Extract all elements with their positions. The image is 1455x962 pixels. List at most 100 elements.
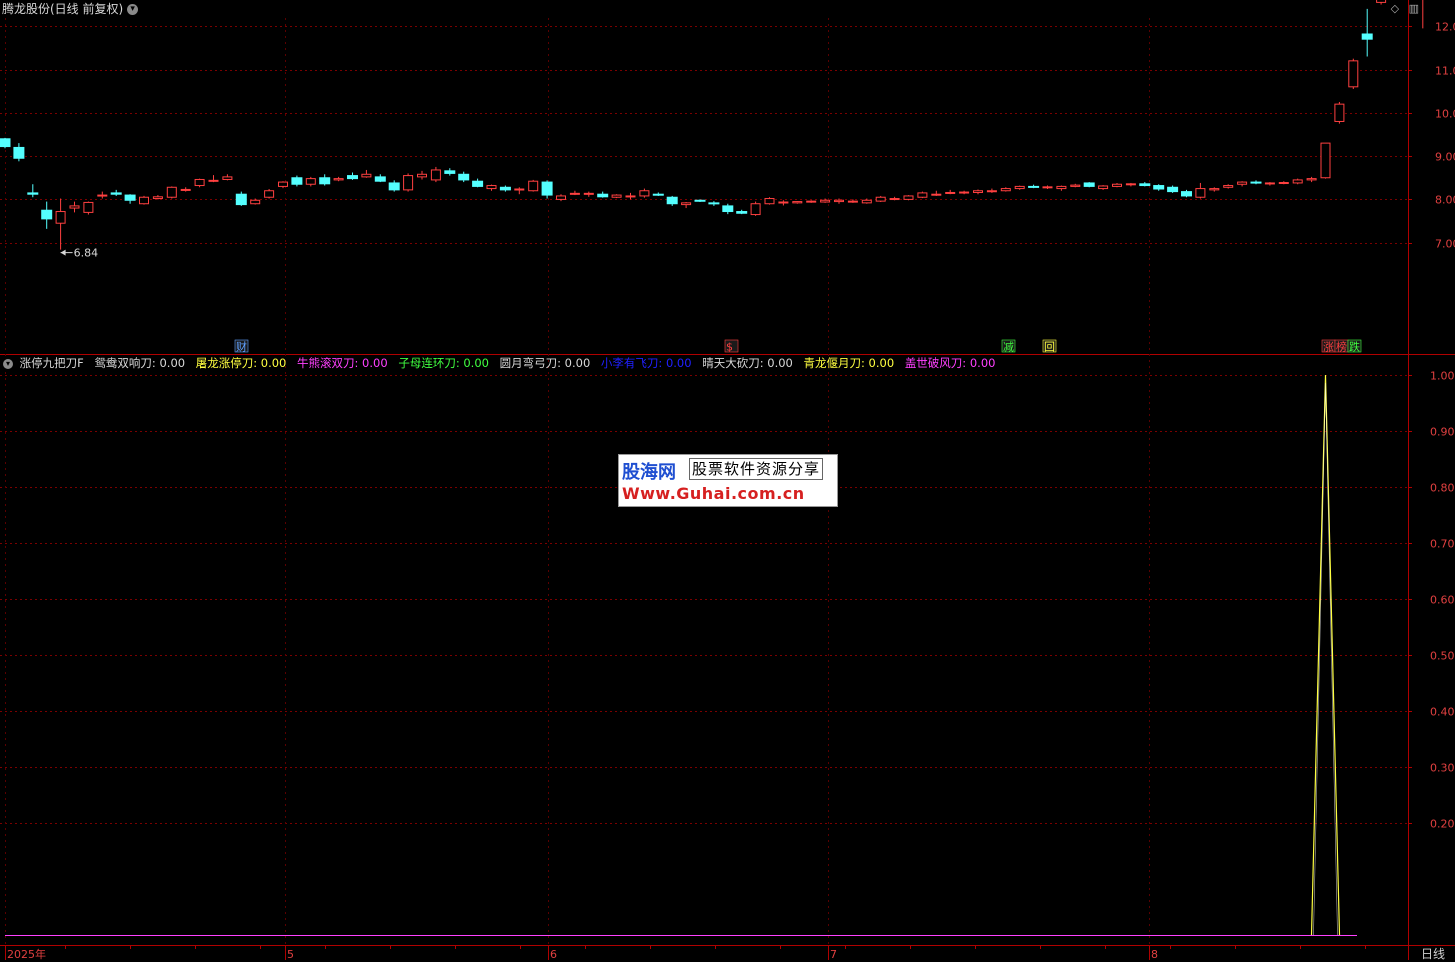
event-marker-text: $ [726, 341, 733, 354]
candle-body [1070, 184, 1081, 187]
candle [235, 191, 247, 206]
candle-body [1209, 188, 1220, 191]
candle [1112, 182, 1122, 188]
candle-body [235, 193, 247, 206]
candle-body [83, 201, 94, 213]
candle [611, 194, 622, 199]
candle [1348, 58, 1359, 89]
candle-body [1139, 183, 1151, 187]
indicator-tick-label: 1.00 [1430, 370, 1455, 383]
x-axis-label: 6 [550, 948, 557, 960]
candle [625, 192, 636, 200]
candle-body [1292, 179, 1303, 184]
indicator-item: 屠龙涨停刀: 0.00 [195, 356, 287, 370]
candle-body [1181, 191, 1192, 197]
diamond-icon[interactable]: ◇ [1391, 2, 1399, 15]
candle [1250, 180, 1262, 185]
candle-body [750, 203, 761, 216]
watermark-url: Www.Guhai.com.cn [622, 484, 805, 503]
candle [764, 197, 775, 205]
candle [1320, 142, 1331, 179]
candle [652, 192, 664, 196]
candle-body [778, 201, 789, 204]
candle-body [569, 192, 580, 195]
candle-body [124, 194, 136, 201]
indicator-tick-label: 0.80 [1430, 482, 1455, 495]
candle [319, 174, 331, 186]
candle [1153, 184, 1165, 191]
candle [986, 188, 997, 193]
candle-body [41, 209, 53, 220]
candle-body [403, 175, 414, 191]
event-marker-text: 榜 [1336, 340, 1347, 354]
candle [1292, 178, 1303, 185]
candle-body [708, 202, 720, 205]
candle-body [875, 196, 886, 202]
indicator-chevron-icon[interactable]: ▾ [3, 358, 13, 369]
indicator-item: 青龙偃月刀: 0.00 [803, 356, 895, 370]
candle-body [69, 205, 80, 209]
indicator-name[interactable]: 涨停九把刀F [20, 356, 84, 370]
candle-body [625, 195, 636, 198]
candle [403, 173, 414, 192]
candle-body [1306, 178, 1317, 181]
indicator-item: 盖世破风刀: 0.00 [904, 356, 996, 370]
candle-body [1361, 33, 1373, 40]
indicator-tick-label: 0.90 [1430, 426, 1455, 439]
low-arrowhead [60, 249, 66, 256]
candle [1181, 189, 1192, 198]
candle [55, 198, 66, 250]
candle [681, 201, 692, 209]
candle-body [0, 138, 11, 148]
candle [639, 188, 650, 198]
candle [0, 137, 11, 149]
chevron-down-icon[interactable]: ▾ [127, 4, 139, 15]
candle [180, 187, 191, 192]
candle [139, 195, 149, 205]
candle [1422, 0, 1424, 29]
candle-body [861, 199, 872, 204]
candle-body [764, 198, 775, 205]
candle [694, 199, 706, 202]
price-tick-label: 9.00 [1435, 151, 1455, 164]
candle-body [27, 192, 39, 195]
candle [736, 209, 748, 215]
watermark-logo: 股海网 [622, 462, 676, 483]
candle [458, 171, 470, 183]
candle [444, 168, 456, 176]
candle-body [903, 195, 914, 200]
candle-body [1028, 185, 1040, 188]
candle-body [1167, 186, 1179, 193]
candle-body [222, 176, 233, 180]
candle [361, 169, 372, 178]
candle-body [792, 201, 803, 204]
candle [1264, 182, 1275, 186]
candle [430, 166, 441, 183]
indicator-item: 小李有飞刀: 0.00 [600, 356, 692, 370]
chart-header: 腾龙股份(日线 前复权) ▾ [0, 0, 139, 18]
candle-body [556, 195, 566, 200]
candle [333, 176, 344, 182]
panel-toggle-icon[interactable]: ▥ [1409, 2, 1419, 15]
price-tick-label: 10.00 [1435, 108, 1455, 121]
candle-body [55, 211, 66, 224]
candle-body [1250, 181, 1262, 184]
candle [597, 191, 609, 198]
candle [1056, 185, 1067, 191]
candle [222, 174, 233, 181]
candle-body [820, 199, 831, 203]
indicator-item: 牛熊滚双刀: 0.00 [297, 356, 388, 370]
event-marker-text: 跌 [1349, 340, 1360, 354]
candle-body [208, 179, 219, 182]
candle [250, 198, 261, 205]
event-marker-text: 减 [1003, 341, 1014, 354]
stock-title: 腾龙股份(日线 前复权) [2, 2, 124, 16]
candle-body [722, 205, 734, 213]
low-price-label: 6.84 [74, 247, 99, 260]
candle [1070, 183, 1081, 188]
period-label[interactable]: 日线 [1421, 945, 1445, 962]
event-marker-text: 回 [1044, 341, 1055, 354]
candle [41, 201, 53, 229]
candle [778, 200, 789, 206]
candle-body [681, 202, 692, 206]
